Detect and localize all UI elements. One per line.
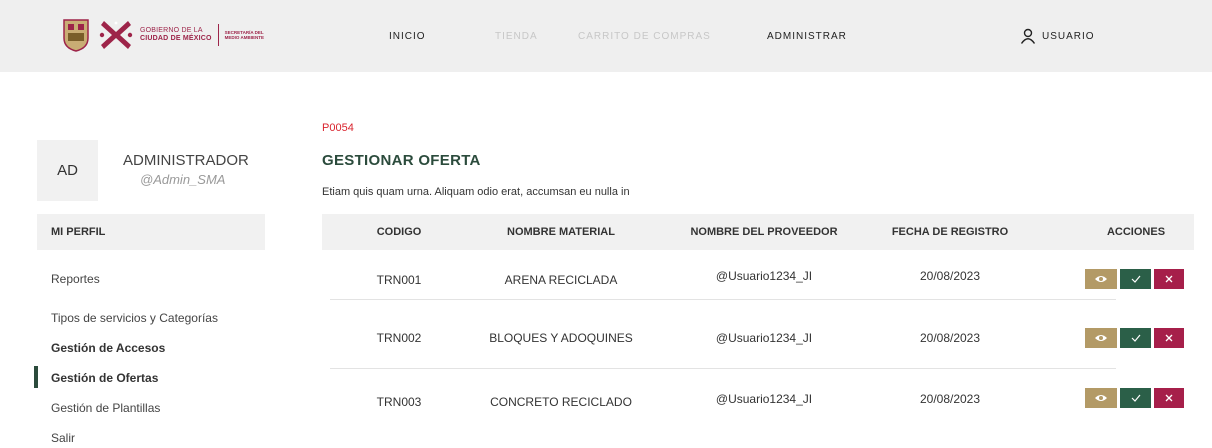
cell-material: BLOQUES Y ADOQUINES: [489, 331, 633, 345]
cell-proveedor: @Usuario1234_JI: [715, 269, 813, 283]
table-header: CODIGO NOMBRE MATERIAL NOMBRE DEL PROVEE…: [322, 214, 1194, 250]
cell-material: CONCRETO RECICLADO: [490, 395, 632, 409]
avatar-initials: AD: [57, 162, 78, 179]
government-logo[interactable]: GOBIERNO DE LA CIUDAD DE MÉXICO SECRETAR…: [62, 15, 264, 55]
column-header-fecha: FECHA DE REGISTRO: [891, 226, 1009, 238]
cdmx-x-icon: [99, 21, 133, 49]
coat-of-arms-icon: [63, 19, 89, 52]
view-button[interactable]: [1085, 328, 1117, 348]
government-name: GOBIERNO DE LA CIUDAD DE MÉXICO: [140, 27, 212, 43]
reject-button[interactable]: [1154, 328, 1184, 348]
row-actions: [1085, 328, 1184, 348]
sidebar-item-gestion-accesos[interactable]: Gestión de Accesos: [51, 341, 165, 355]
offer-code: P0054: [322, 122, 354, 134]
cell-codigo: TRN003: [376, 395, 422, 409]
x-icon: [1165, 334, 1173, 342]
sidebar-item-gestion-ofertas[interactable]: Gestión de Ofertas: [51, 371, 158, 385]
profile-handle: @Admin_SMA: [140, 172, 226, 187]
column-header-codigo: CODIGO: [376, 226, 422, 238]
secretaria-name: SECRETARÍA DEL MEDIO AMBIENTE: [225, 30, 264, 40]
avatar: AD: [37, 140, 98, 201]
cell-codigo: TRN002: [376, 331, 422, 345]
nav-inicio[interactable]: INICIO: [389, 31, 426, 42]
cell-fecha: 20/08/2023: [919, 269, 981, 283]
check-icon: [1131, 275, 1140, 283]
gob-line1: GOBIERNO DE LA: [140, 27, 203, 34]
reject-button[interactable]: [1154, 269, 1184, 289]
x-icon: [1165, 394, 1173, 402]
sec-line2: MEDIO AMBIENTE: [224, 35, 264, 40]
eye-icon: [1095, 335, 1107, 341]
eye-icon: [1095, 395, 1107, 401]
gob-line2: CIUDAD DE MÉXICO: [140, 35, 212, 42]
cell-proveedor: @Usuario1234_JI: [715, 392, 813, 406]
cell-fecha: 20/08/2023: [919, 331, 981, 345]
column-header-proveedor: NOMBRE DEL PROVEEDOR: [690, 226, 838, 238]
cell-material: ARENA RECICLADA: [504, 273, 618, 287]
view-button[interactable]: [1085, 269, 1117, 289]
page-description: Etiam quis quam urna. Aliquam odio erat,…: [322, 186, 630, 198]
row-actions: [1085, 388, 1184, 408]
column-header-acciones: ACCIONES: [1106, 226, 1166, 238]
column-header-material: NOMBRE MATERIAL: [507, 226, 615, 238]
sidebar-item-tipos-servicios[interactable]: Tipos de servicios y Categorías: [51, 311, 218, 325]
user-icon: [1020, 28, 1036, 44]
profile-name: ADMINISTRADOR: [123, 152, 249, 169]
sidebar-item-reportes[interactable]: Reportes: [51, 272, 100, 286]
check-icon: [1131, 394, 1140, 402]
user-label: USUARIO: [1042, 30, 1095, 42]
x-icon: [1165, 275, 1173, 283]
cell-fecha: 20/08/2023: [919, 392, 981, 406]
reject-button[interactable]: [1154, 388, 1184, 408]
row-divider: [330, 368, 1116, 369]
logo-divider: [217, 24, 219, 46]
nav-carrito[interactable]: CARRITO DE COMPRAS: [578, 31, 711, 42]
view-button[interactable]: [1085, 388, 1117, 408]
sidebar-section-mi-perfil[interactable]: MI PERFIL: [37, 214, 265, 250]
page-title: GESTIONAR OFERTA: [322, 152, 481, 169]
row-divider: [330, 299, 1116, 300]
sidebar-item-salir[interactable]: Salir: [51, 431, 75, 445]
nav-tienda[interactable]: TIENDA: [495, 31, 538, 42]
accept-button[interactable]: [1120, 388, 1151, 408]
sidebar-item-gestion-plantillas[interactable]: Gestión de Plantillas: [51, 401, 160, 415]
accept-button[interactable]: [1120, 328, 1151, 348]
cell-proveedor: @Usuario1234_JI: [715, 331, 813, 345]
row-actions: [1085, 269, 1184, 289]
cell-codigo: TRN001: [376, 273, 422, 287]
active-item-indicator: [34, 366, 38, 388]
top-header: GOBIERNO DE LA CIUDAD DE MÉXICO SECRETAR…: [0, 0, 1212, 72]
nav-administrar[interactable]: ADMINISTRAR: [767, 31, 847, 42]
accept-button[interactable]: [1120, 269, 1151, 289]
eye-icon: [1095, 276, 1107, 282]
sidebar-section-title: MI PERFIL: [51, 226, 106, 238]
user-menu[interactable]: USUARIO: [1020, 28, 1095, 44]
check-icon: [1131, 334, 1140, 342]
